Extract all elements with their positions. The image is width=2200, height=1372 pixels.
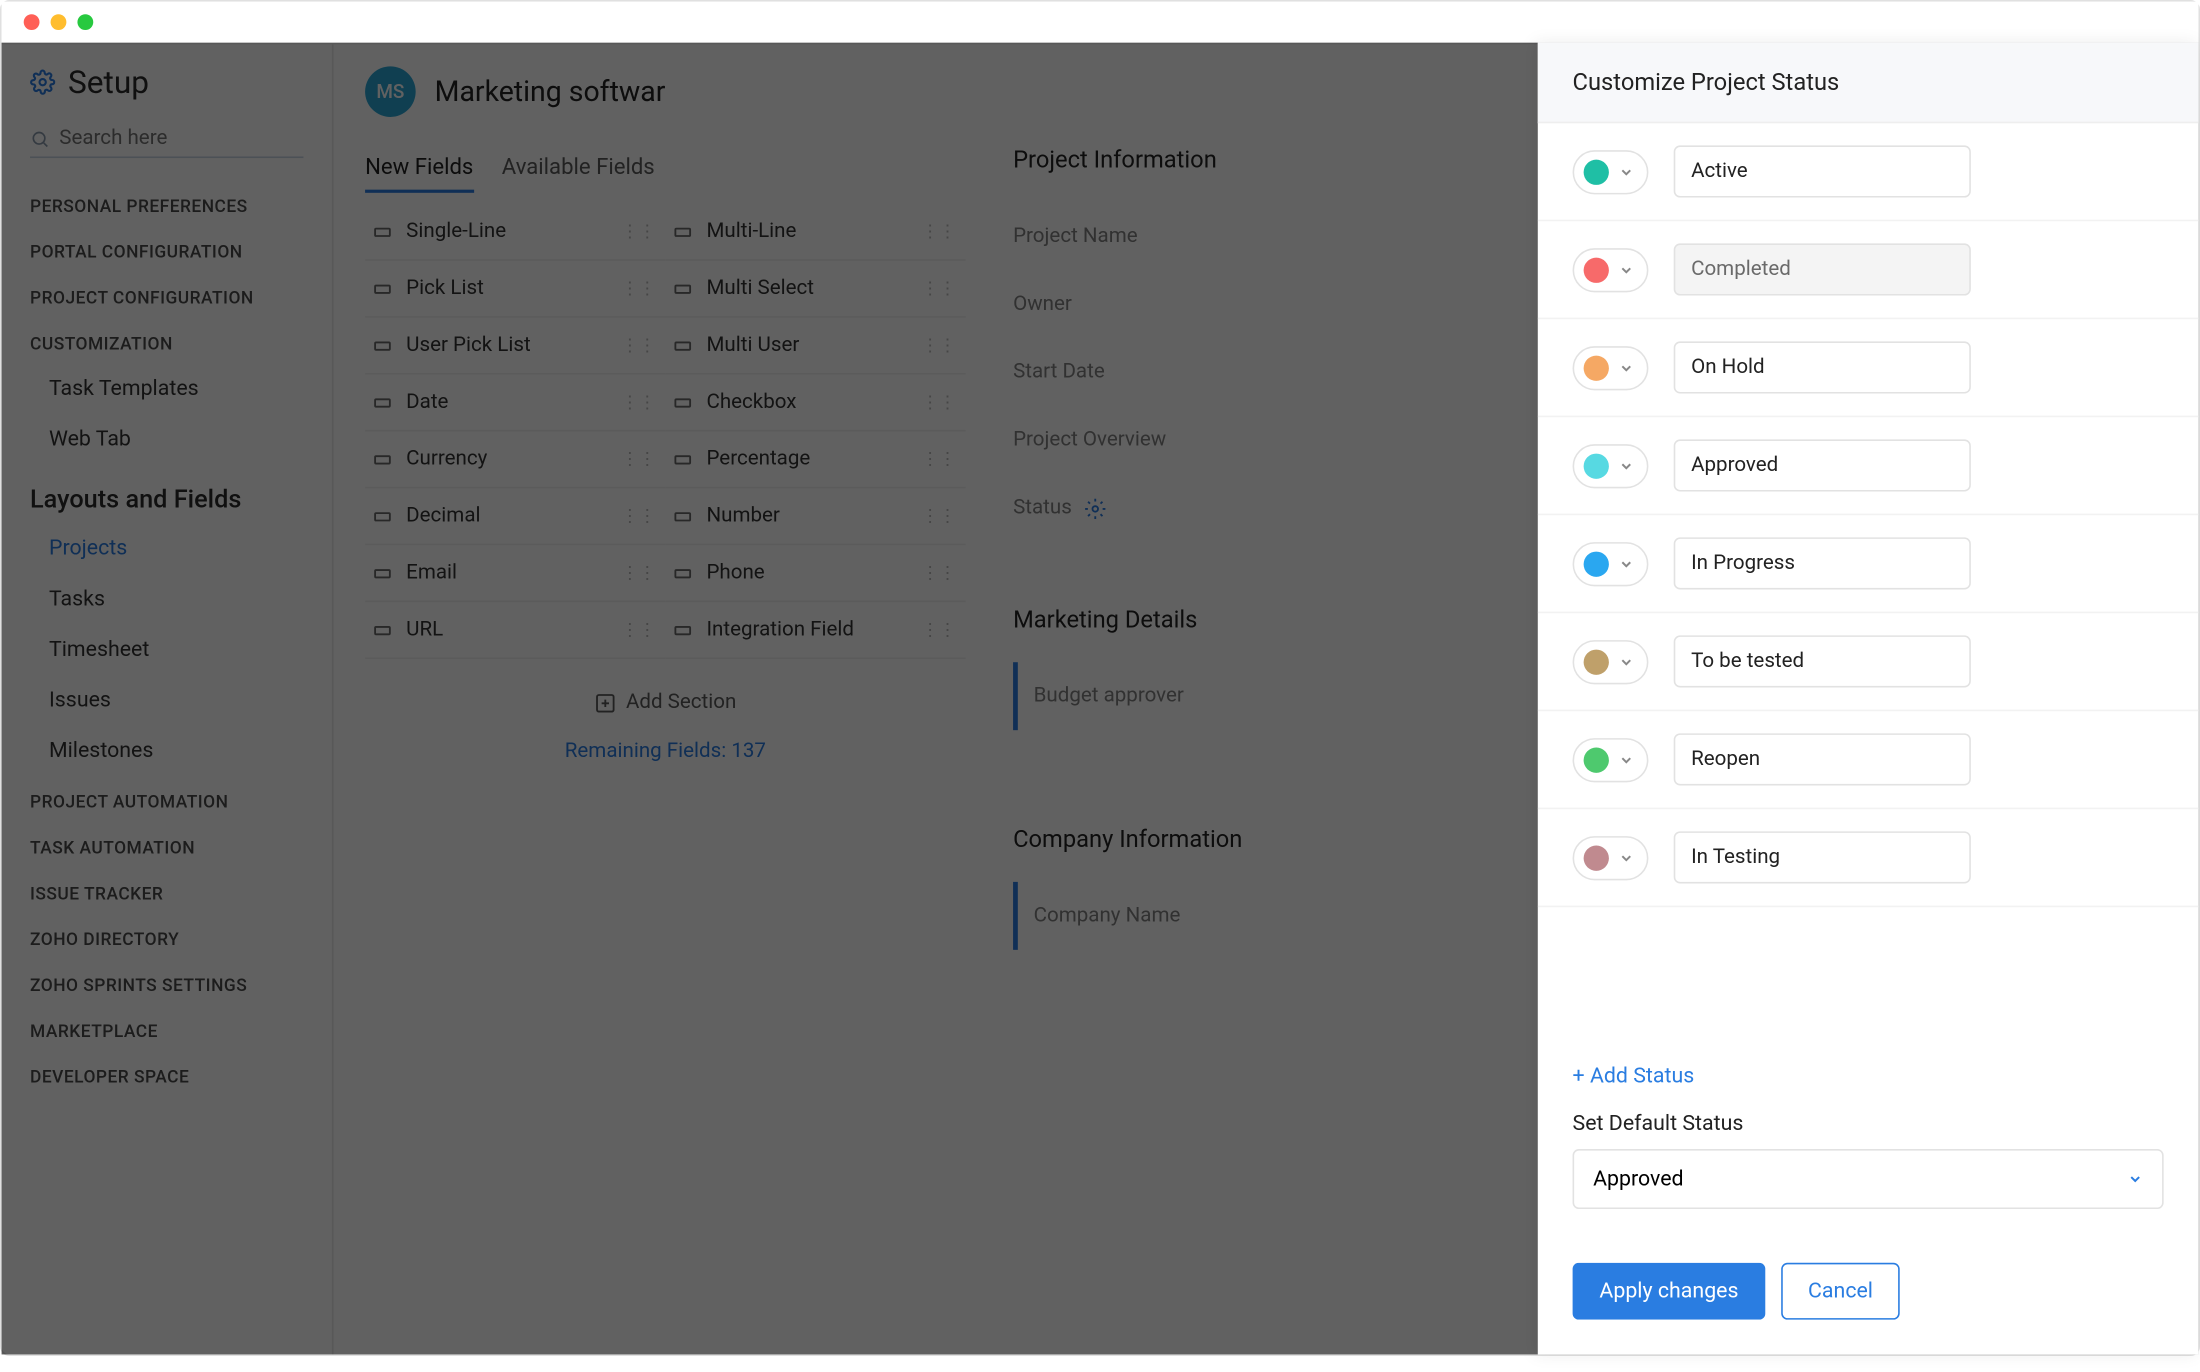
status-name-input[interactable] [1674, 831, 1971, 883]
chevron-down-icon [1618, 262, 1634, 278]
chevron-down-icon [1618, 849, 1634, 865]
status-name-input[interactable] [1674, 145, 1971, 197]
status-color-picker[interactable] [1573, 149, 1649, 193]
status-name-input[interactable] [1674, 537, 1971, 589]
close-window-icon[interactable] [24, 14, 40, 30]
drawer-title: Customize Project Status [1538, 43, 2199, 124]
status-row [1538, 319, 2199, 417]
status-color-picker[interactable] [1573, 639, 1649, 683]
window-titlebar [2, 2, 2199, 43]
color-swatch-icon [1584, 747, 1609, 772]
status-name-input[interactable] [1674, 635, 1971, 687]
apply-changes-button[interactable]: Apply changes [1573, 1263, 1766, 1320]
color-swatch-icon [1584, 257, 1609, 282]
color-swatch-icon [1584, 355, 1609, 380]
color-swatch-icon [1584, 551, 1609, 576]
status-name-input[interactable] [1674, 439, 1971, 491]
status-color-picker[interactable] [1573, 345, 1649, 389]
chevron-down-icon [1618, 164, 1634, 180]
maximize-window-icon[interactable] [77, 14, 93, 30]
color-swatch-icon [1584, 649, 1609, 674]
status-color-picker[interactable] [1573, 541, 1649, 585]
chevron-down-icon [1618, 556, 1634, 572]
default-status-select[interactable]: Approved [1573, 1149, 2164, 1209]
color-swatch-icon [1584, 845, 1609, 870]
chevron-down-icon [2127, 1171, 2143, 1187]
chevron-down-icon [1618, 360, 1634, 376]
color-swatch-icon [1584, 159, 1609, 184]
default-status-label: Set Default Status [1573, 1111, 2164, 1136]
status-row [1538, 221, 2199, 319]
minimize-window-icon[interactable] [51, 14, 67, 30]
chevron-down-icon [1618, 752, 1634, 768]
customize-status-drawer: Customize Project Status + Add Status Se… [1538, 43, 2199, 1355]
status-color-picker[interactable] [1573, 247, 1649, 291]
status-color-picker[interactable] [1573, 443, 1649, 487]
chevron-down-icon [1618, 654, 1634, 670]
cancel-button[interactable]: Cancel [1781, 1263, 1900, 1320]
status-row [1538, 417, 2199, 515]
status-color-picker[interactable] [1573, 835, 1649, 879]
status-row [1538, 809, 2199, 907]
drawer-body [1538, 123, 2199, 1035]
status-row [1538, 711, 2199, 809]
status-color-picker[interactable] [1573, 737, 1649, 781]
status-row [1538, 123, 2199, 221]
chevron-down-icon [1618, 458, 1634, 474]
status-name-input[interactable] [1674, 341, 1971, 393]
status-row [1538, 613, 2199, 711]
status-name-input [1674, 243, 1971, 295]
add-status-button[interactable]: + Add Status [1538, 1035, 2199, 1105]
status-name-input[interactable] [1674, 733, 1971, 785]
default-status-value: Approved [1593, 1166, 1683, 1191]
status-row [1538, 515, 2199, 613]
color-swatch-icon [1584, 453, 1609, 478]
